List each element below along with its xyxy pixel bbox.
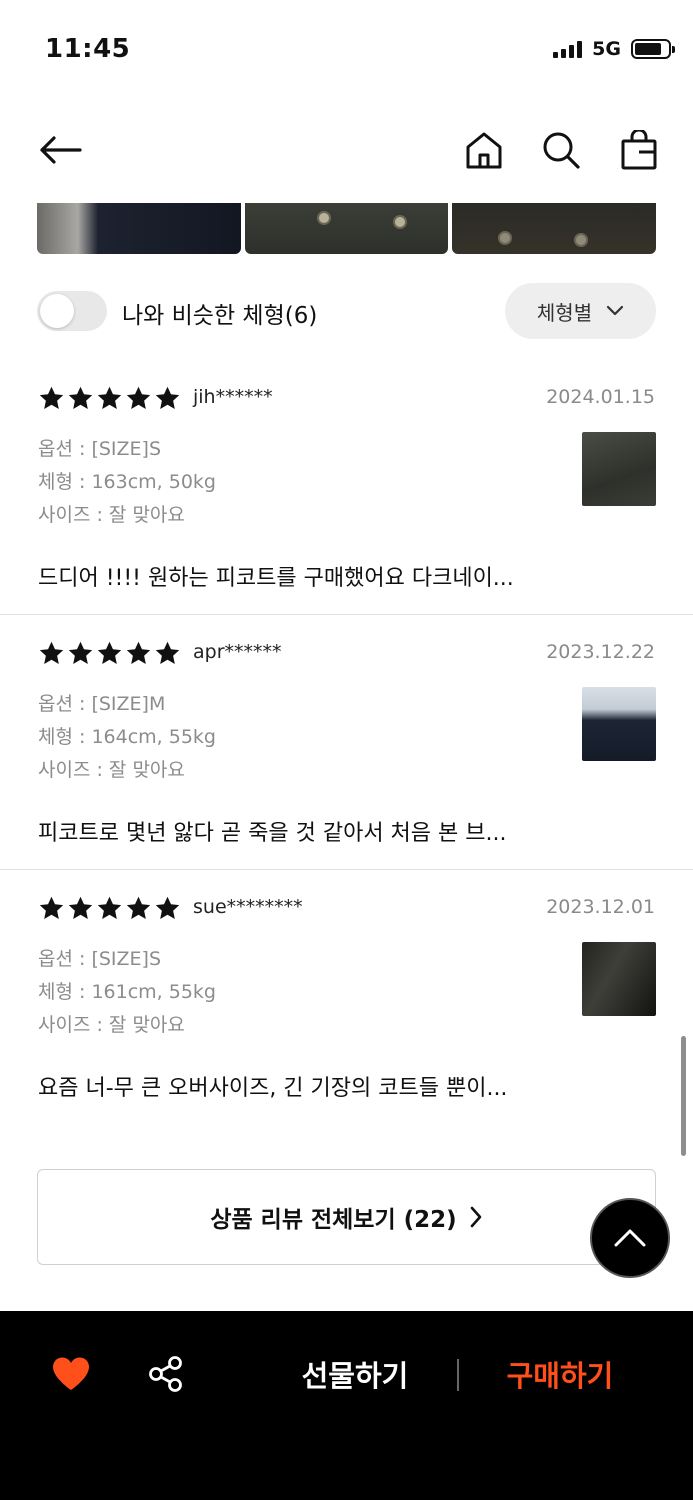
- share-button[interactable]: [143, 1351, 189, 1397]
- similar-body-label: 나와 비슷한 체형(6): [122, 303, 318, 329]
- like-button[interactable]: [48, 1351, 94, 1397]
- review-size-fit: 사이즈 : 잘 맞아요: [38, 504, 185, 526]
- reviewer-name: apr******: [193, 641, 282, 663]
- review-photo[interactable]: [244, 203, 449, 254]
- review-size-fit: 사이즈 : 잘 맞아요: [38, 1014, 185, 1036]
- scrollbar[interactable]: [681, 1036, 686, 1156]
- review-option: 옵션 : [SIZE]S: [38, 948, 162, 970]
- reviewer-name: jih******: [193, 386, 273, 408]
- star-rating: [38, 895, 181, 922]
- arrow-left-icon: [40, 136, 82, 164]
- star-icon: [155, 386, 180, 409]
- sort-dropdown[interactable]: 체형별: [505, 283, 656, 339]
- home-icon: [466, 132, 502, 169]
- status-bar: 11:45 5G: [0, 0, 693, 100]
- heart-icon: [53, 1357, 89, 1390]
- reviewer-name: sue********: [193, 896, 303, 918]
- review-thumbnail[interactable]: [582, 432, 656, 506]
- chevron-up-icon: [614, 1229, 646, 1247]
- star-icon: [97, 896, 122, 919]
- star-icon: [126, 641, 151, 664]
- chevron-right-icon: [470, 1206, 481, 1228]
- review-size-fit: 사이즈 : 잘 맞아요: [38, 759, 185, 781]
- star-icon: [126, 386, 151, 409]
- status-time: 11:45: [45, 34, 131, 64]
- review-filter-row: 나와 비슷한 체형(6) 체형별: [37, 283, 656, 339]
- battery-icon: [631, 39, 675, 59]
- shopping-bag-button[interactable]: [611, 122, 667, 178]
- star-icon: [155, 896, 180, 919]
- star-icon: [155, 641, 180, 664]
- network-label: 5G: [592, 38, 621, 60]
- similar-body-toggle[interactable]: [37, 291, 107, 331]
- review-option: 옵션 : [SIZE]M: [38, 693, 166, 715]
- review-photo[interactable]: [37, 203, 241, 254]
- review-body-type: 체형 : 163cm, 50kg: [38, 471, 216, 493]
- review-text: 드디어 !!!! 원하는 피코트를 구매했어요 다크네이...: [38, 566, 514, 591]
- chevron-down-icon: [606, 305, 624, 316]
- review-date: 2023.12.22: [546, 641, 655, 663]
- review-option: 옵션 : [SIZE]S: [38, 438, 162, 460]
- shopping-bag-icon: [621, 130, 657, 170]
- signal-icon: [553, 40, 583, 58]
- review-item[interactable]: jih****** 2024.01.15 옵션 : [SIZE]S 체형 : 1…: [0, 360, 693, 615]
- review-photo[interactable]: [452, 203, 657, 254]
- sort-dropdown-label: 체형별: [536, 300, 593, 325]
- bottom-bar-divider: [457, 1359, 459, 1391]
- review-item[interactable]: sue******** 2023.12.01 옵션 : [SIZE]S 체형 :…: [0, 870, 693, 1125]
- review-text: 피코트로 몇년 앓다 곧 죽을 것 같아서 처음 본 브...: [38, 821, 507, 846]
- top-navigation: [0, 110, 693, 190]
- review-thumbnail[interactable]: [582, 687, 656, 761]
- review-photo-strip: [37, 203, 657, 254]
- review-item[interactable]: apr****** 2023.12.22 옵션 : [SIZE]M 체형 : 1…: [0, 615, 693, 870]
- back-button[interactable]: [32, 122, 88, 178]
- view-all-reviews-label: 상품 리뷰 전체보기 (22): [210, 1207, 457, 1233]
- home-button[interactable]: [456, 122, 512, 178]
- star-icon: [39, 641, 64, 664]
- review-text: 요즘 너-무 큰 오버사이즈, 긴 기장의 코트들 뿐이...: [38, 1076, 508, 1101]
- review-date: 2024.01.15: [546, 386, 655, 408]
- search-icon: [543, 132, 580, 169]
- review-date: 2023.12.01: [546, 896, 655, 918]
- review-thumbnail[interactable]: [582, 942, 656, 1016]
- review-body-type: 체형 : 164cm, 55kg: [38, 726, 216, 748]
- star-icon: [39, 896, 64, 919]
- view-all-reviews-button[interactable]: 상품 리뷰 전체보기 (22): [37, 1169, 656, 1265]
- star-rating: [38, 640, 181, 667]
- star-icon: [97, 386, 122, 409]
- star-icon: [97, 641, 122, 664]
- scroll-to-top-button[interactable]: [590, 1198, 670, 1278]
- star-icon: [68, 896, 93, 919]
- star-icon: [68, 641, 93, 664]
- bottom-action-bar: 선물하기 구매하기: [0, 1311, 693, 1500]
- star-icon: [126, 896, 151, 919]
- star-icon: [39, 386, 64, 409]
- review-body-type: 체형 : 161cm, 55kg: [38, 981, 216, 1003]
- status-indicators: 5G: [553, 38, 675, 60]
- gift-button[interactable]: 선물하기: [290, 1351, 420, 1397]
- buy-button[interactable]: 구매하기: [495, 1351, 625, 1397]
- star-rating: [38, 385, 181, 412]
- search-button[interactable]: [533, 122, 589, 178]
- share-icon: [149, 1356, 182, 1392]
- star-icon: [68, 386, 93, 409]
